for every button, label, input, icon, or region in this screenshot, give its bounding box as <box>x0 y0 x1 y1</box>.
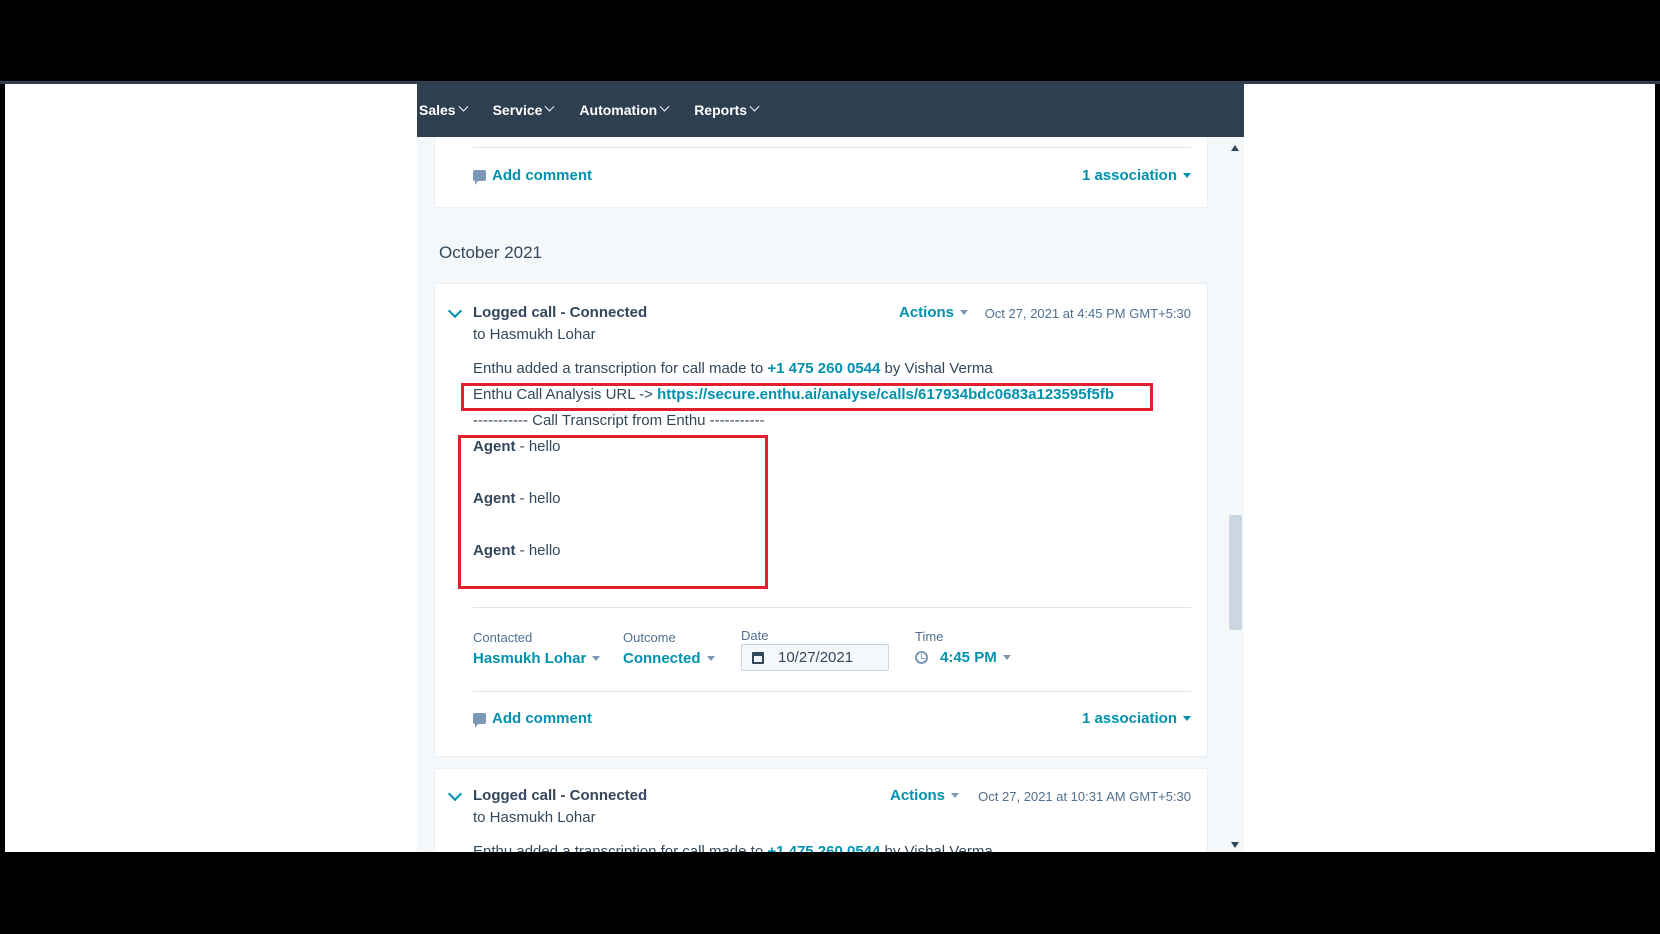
phone-link[interactable]: +1 475 260 0544 <box>767 843 880 852</box>
activity-card-previous: Add comment 1 association <box>434 137 1208 208</box>
call-timestamp: Oct 27, 2021 at 4:45 PM GMT+5:30 <box>984 306 1191 321</box>
logged-call-card: Logged call - Connected to Hasmukh Lohar… <box>434 283 1208 757</box>
chevron-down-icon <box>749 101 760 112</box>
caret-down-icon <box>960 310 969 315</box>
association-label: 1 association <box>1081 710 1177 727</box>
scroll-down-arrow-icon[interactable] <box>1231 842 1239 848</box>
caret-down-icon <box>706 656 715 661</box>
add-comment-label: Add comment <box>492 710 593 727</box>
vertical-scrollbar[interactable] <box>1227 137 1244 852</box>
association-dropdown[interactable]: 1 association <box>1082 167 1191 184</box>
nav-sales[interactable]: Sales <box>419 101 469 118</box>
summary-prefix: Enthu added a transcription for call mad… <box>473 360 764 377</box>
association-label: 1 association <box>1081 167 1177 184</box>
collapse-chevron-icon[interactable] <box>447 786 463 802</box>
alarm-clock-icon <box>915 651 928 664</box>
collapse-chevron-icon[interactable] <box>447 303 463 319</box>
letterbox-top <box>0 0 1660 82</box>
actions-label: Actions <box>890 787 946 804</box>
top-navigation: Sales Service Automation Reports <box>417 82 1244 137</box>
time-label: Time <box>915 629 944 644</box>
nav-reports[interactable]: Reports <box>694 101 760 118</box>
actions-label: Actions <box>899 304 955 321</box>
chevron-down-icon <box>659 101 670 112</box>
transcript-header: ----------- Call Transcript from Enthu -… <box>473 412 765 429</box>
crm-timeline-window: Sales Service Automation Reports Add com… <box>417 82 1244 852</box>
association-dropdown[interactable]: 1 association <box>1082 710 1191 727</box>
scroll-up-arrow-icon[interactable] <box>1231 145 1239 151</box>
caret-down-icon <box>1183 173 1191 178</box>
caret-down-icon <box>1002 655 1011 660</box>
summary-suffix: by Vishal Verma <box>884 843 993 852</box>
phone-link[interactable]: +1 475 260 0544 <box>767 360 880 377</box>
caret-down-icon <box>1183 716 1191 721</box>
caret-down-icon <box>951 793 960 798</box>
nav-automation[interactable]: Automation <box>579 101 670 118</box>
comment-icon <box>473 170 486 185</box>
add-comment-button[interactable]: Add comment <box>473 167 593 185</box>
actions-dropdown[interactable]: Actions <box>890 787 960 804</box>
call-title: Logged call - Connected <box>473 304 648 321</box>
outcome-label: Outcome <box>623 630 676 645</box>
add-comment-label: Add comment <box>492 167 593 184</box>
nav-service[interactable]: Service <box>492 101 555 118</box>
url-highlight-box <box>461 383 1153 411</box>
actions-dropdown[interactable]: Actions <box>899 304 969 321</box>
comment-icon <box>473 713 486 728</box>
call-timestamp: Oct 27, 2021 at 10:31 AM GMT+5:30 <box>978 789 1191 804</box>
nav-service-label: Service <box>492 101 543 118</box>
date-input[interactable]: 10/27/2021 <box>741 644 889 671</box>
chevron-down-icon <box>458 101 469 112</box>
date-label: Date <box>741 628 769 643</box>
contacted-value: Hasmukh Lohar <box>473 650 587 667</box>
calendar-icon <box>752 651 764 664</box>
time-value: 4:45 PM <box>940 649 997 666</box>
add-comment-button[interactable]: Add comment <box>473 710 593 728</box>
divider <box>473 607 1191 608</box>
timeline-scroll-area: Add comment 1 association October 2021 L… <box>417 137 1227 852</box>
letterbox-bottom <box>0 852 1660 934</box>
contacted-dropdown[interactable]: Hasmukh Lohar <box>473 650 601 667</box>
date-value: 10/27/2021 <box>778 649 854 666</box>
call-recipient: to Hasmukh Lohar <box>473 326 596 343</box>
call-recipient: to Hasmukh Lohar <box>473 809 596 826</box>
chevron-down-icon <box>544 101 555 112</box>
month-header: October 2021 <box>439 243 543 262</box>
outcome-dropdown[interactable]: Connected <box>623 650 715 667</box>
transcription-summary: Enthu added a transcription for call mad… <box>473 360 993 377</box>
summary-suffix: by Vishal Verma <box>884 360 993 377</box>
divider <box>473 147 1191 148</box>
outcome-value: Connected <box>623 650 701 667</box>
call-title: Logged call - Connected <box>473 787 648 804</box>
contacted-label: Contacted <box>473 630 533 645</box>
caret-down-icon <box>592 656 601 661</box>
transcript-highlight-box <box>458 435 768 589</box>
divider <box>473 691 1191 692</box>
logged-call-card-2: Logged call - Connected to Hasmukh Lohar… <box>434 768 1208 852</box>
nav-reports-label: Reports <box>694 101 748 118</box>
scroll-thumb[interactable] <box>1229 515 1242 630</box>
summary-prefix: Enthu added a transcription for call mad… <box>473 843 764 852</box>
nav-automation-label: Automation <box>579 101 658 118</box>
time-dropdown[interactable]: 4:45 PM <box>915 649 1011 666</box>
nav-sales-label: Sales <box>419 101 456 118</box>
transcription-summary: Enthu added a transcription for call mad… <box>473 843 993 852</box>
